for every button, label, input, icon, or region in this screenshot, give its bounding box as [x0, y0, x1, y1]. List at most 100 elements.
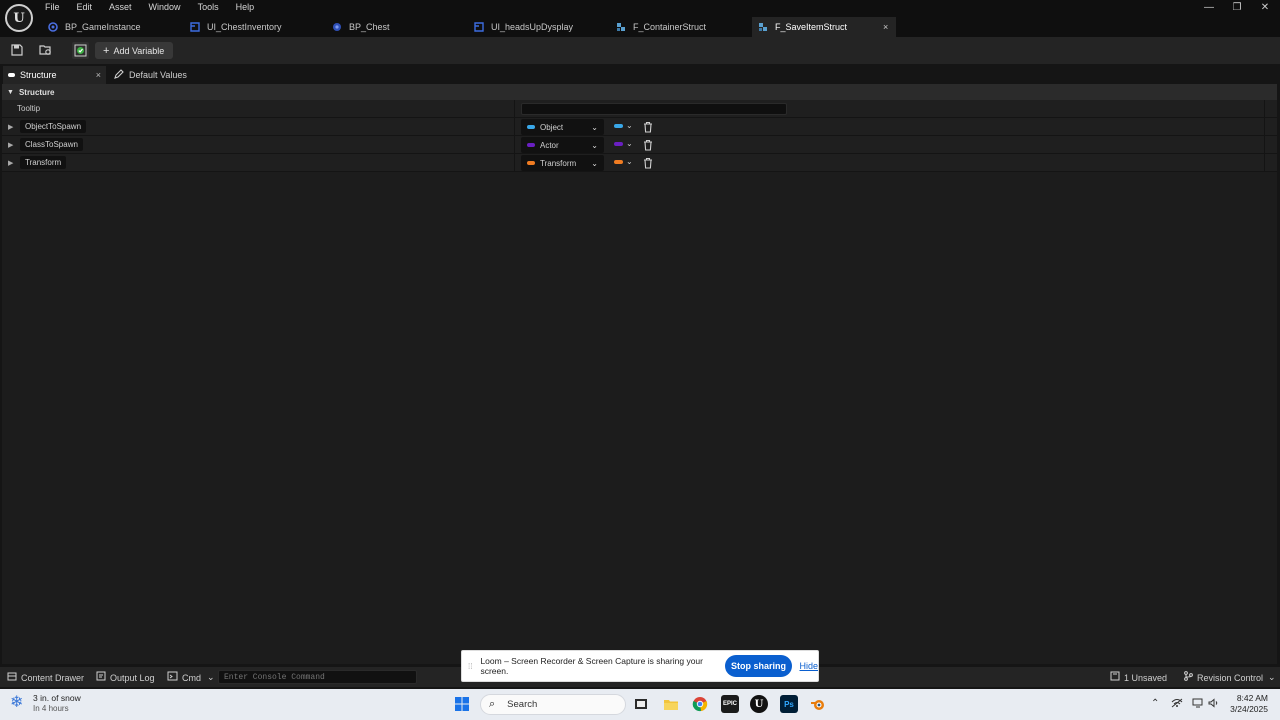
variable-type-select[interactable]: Transform ⌄ [521, 155, 604, 171]
chevron-up-icon[interactable]: ⌃ [1151, 698, 1159, 709]
window-controls: — ❐ ✕ [1202, 2, 1272, 13]
menu-file[interactable]: File [45, 2, 60, 14]
blueprint-icon [48, 22, 58, 32]
taskbar-clock[interactable]: 8:42 AM 3/24/2025 [1226, 693, 1268, 715]
section-title: Structure [18, 87, 55, 97]
tab-structure[interactable]: Structure × [3, 66, 106, 84]
variable-type-label: Object [540, 122, 564, 132]
close-icon[interactable]: × [96, 70, 101, 80]
container-type-icon[interactable] [614, 142, 623, 146]
tooltip-label: Tooltip [17, 104, 41, 113]
weather-widget[interactable]: ❄ 3 in. of snow In 4 hours [10, 693, 81, 713]
tab-structure-label: Structure [20, 70, 57, 80]
chevron-down-icon: ⌄ [591, 158, 598, 168]
minimize-button[interactable]: — [1202, 2, 1216, 13]
tab-bp-gameinstance[interactable]: BP_GameInstance [42, 17, 184, 37]
section-header-structure[interactable]: ▼ Structure [2, 84, 1277, 100]
browse-icon[interactable] [38, 42, 54, 58]
chrome-icon[interactable] [691, 695, 709, 713]
restore-button[interactable]: ❐ [1230, 2, 1244, 13]
chevron-down-icon[interactable]: ⌄ [626, 157, 633, 166]
pin-type-icon [527, 161, 535, 165]
taskbar-search[interactable]: ⌕ Search [480, 694, 626, 715]
hide-link[interactable]: Hide [799, 661, 818, 671]
tab-ui-chestinventory[interactable]: UI_ChestInventory [184, 17, 326, 37]
display-icon[interactable] [1192, 698, 1204, 711]
chevron-down-icon[interactable]: ⌄ [626, 121, 633, 130]
blueprint-icon [332, 22, 342, 32]
expand-arrow-icon[interactable]: ▶ [8, 159, 13, 167]
save-icon[interactable] [9, 42, 25, 58]
add-variable-label: Add Variable [113, 45, 165, 56]
expand-arrow-icon[interactable]: ▶ [8, 123, 13, 131]
variable-name-field[interactable]: ClassToSpawn [20, 138, 83, 151]
column-divider[interactable] [514, 136, 515, 154]
chevron-down-icon[interactable]: ⌄ [626, 139, 633, 148]
photoshop-icon[interactable]: Ps [780, 695, 798, 713]
unsaved-button[interactable]: 1 Unsaved [1110, 671, 1167, 684]
menu-asset[interactable]: Asset [109, 2, 132, 14]
struct-icon [758, 22, 768, 32]
output-log-button[interactable]: Output Log [96, 671, 155, 684]
trash-icon[interactable] [642, 157, 654, 169]
windows-start-icon[interactable] [453, 695, 471, 713]
variable-type-select[interactable]: Actor ⌄ [521, 137, 604, 153]
file-explorer-icon[interactable] [662, 695, 680, 713]
menu-edit[interactable]: Edit [77, 2, 93, 14]
epic-games-icon[interactable]: EPIC [721, 695, 739, 713]
console-command-input[interactable] [218, 670, 417, 684]
tab-f-containerstruct[interactable]: F_ContainerStruct [610, 17, 752, 37]
tab-ui-headsupdysplay[interactable]: UI_headsUpDysplay [468, 17, 610, 37]
variable-name-field[interactable]: Transform [20, 156, 67, 169]
column-divider[interactable] [514, 118, 515, 136]
menu-window[interactable]: Window [149, 2, 181, 14]
trash-icon[interactable] [642, 121, 654, 133]
column-divider [1264, 118, 1265, 136]
drag-handle-icon[interactable]: ⁞⁞ [468, 662, 472, 671]
widget-icon [474, 22, 484, 32]
panel-tabs: Structure × Default Values [0, 64, 1280, 84]
weather-temp: 3 in. of snow [33, 693, 81, 703]
variable-type-select[interactable]: Object ⌄ [521, 119, 604, 135]
task-view-icon[interactable] [632, 695, 650, 713]
container-type-icon[interactable] [614, 160, 623, 164]
tab-close-icon[interactable]: × [883, 22, 888, 32]
volume-icon[interactable] [1208, 698, 1220, 711]
menu-help[interactable]: Help [236, 2, 255, 14]
variable-row: ▶ Transform Transform ⌄ ⌄ [2, 154, 1277, 172]
loom-message: Loom – Screen Recorder & Screen Capture … [480, 656, 703, 676]
network-icon[interactable] [1171, 698, 1183, 711]
plus-icon: + [103, 44, 110, 57]
expand-arrow-icon[interactable]: ▶ [8, 141, 13, 149]
output-log-label: Output Log [110, 672, 155, 683]
variable-type-label: Actor [540, 140, 559, 150]
tab-default-values[interactable]: Default Values [114, 66, 187, 84]
variable-name-field[interactable]: ObjectToSpawn [20, 120, 87, 133]
weather-sub: In 4 hours [33, 704, 69, 713]
column-divider [1264, 136, 1265, 154]
compile-icon[interactable] [72, 42, 89, 59]
cmd-dropdown[interactable]: Cmd ⌄ [167, 671, 215, 684]
tab-label: UI_ChestInventory [207, 22, 282, 32]
stop-sharing-button[interactable]: Stop sharing [724, 655, 793, 677]
blender-icon[interactable] [809, 695, 827, 713]
search-label: Search [507, 699, 538, 710]
trash-icon[interactable] [642, 139, 654, 151]
unreal-logo-icon[interactable]: U [5, 4, 33, 32]
tooltip-input[interactable] [521, 103, 787, 115]
add-variable-button[interactable]: + Add Variable [95, 42, 173, 59]
close-window-button[interactable]: ✕ [1258, 2, 1272, 13]
revision-control-button[interactable]: Revision Control ⌄ [1183, 671, 1276, 684]
tab-bp-chest[interactable]: BP_Chest [326, 17, 468, 37]
tab-f-saveitemstruct[interactable]: F_SaveItemStruct × [752, 17, 897, 37]
menu-tools[interactable]: Tools [198, 2, 219, 14]
cmd-label: Cmd [182, 672, 202, 683]
tab-label: F_SaveItemStruct [775, 22, 848, 32]
column-divider[interactable] [514, 154, 515, 172]
unreal-engine-icon[interactable]: U [750, 695, 768, 713]
title-bar: U File Edit Asset Window Tools Help — ❐ … [0, 0, 1280, 37]
tab-label: BP_Chest [349, 22, 390, 32]
column-divider[interactable] [514, 100, 515, 118]
container-type-icon[interactable] [614, 124, 623, 128]
content-drawer-button[interactable]: Content Drawer [7, 671, 84, 684]
